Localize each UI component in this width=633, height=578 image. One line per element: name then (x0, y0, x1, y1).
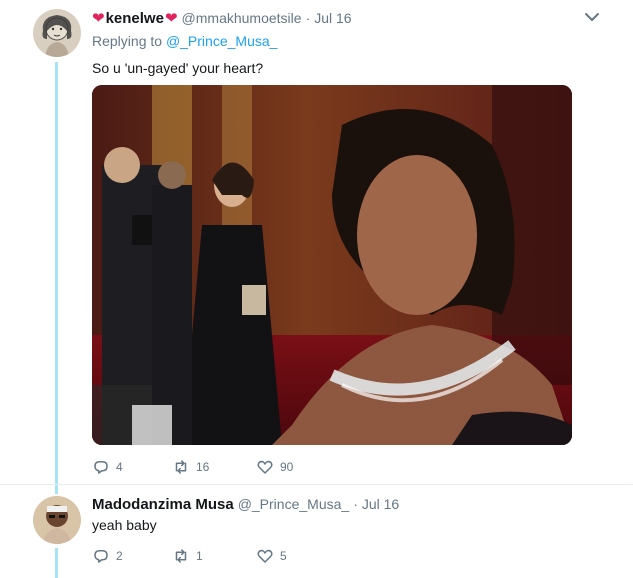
heart-icon (257, 460, 273, 474)
heart-emoji: ❤ (92, 10, 105, 27)
video-thumbnail[interactable] (92, 85, 572, 445)
reply-icon (94, 550, 108, 563)
tweet-actions: 2 1 5 (92, 547, 336, 565)
reply-icon (94, 461, 108, 474)
heart-emoji: ❤ (164, 10, 178, 27)
like-button[interactable]: 90 (256, 458, 336, 476)
retweet-count: 1 (196, 549, 203, 563)
display-name[interactable]: Madodanzima Musa (92, 496, 234, 513)
thread-connector-bottom (55, 548, 58, 578)
separator: · (353, 496, 358, 512)
thread-connector (55, 62, 58, 494)
display-name[interactable]: kenelwe (106, 10, 164, 27)
like-count: 90 (280, 460, 294, 474)
replying-label: Replying to (92, 33, 163, 49)
retweet-button[interactable]: 16 (172, 458, 256, 476)
tweet-divider (0, 484, 633, 485)
tweet-text: yeah baby (92, 517, 157, 533)
user-handle[interactable]: @_Prince_Musa_ (238, 496, 350, 512)
timestamp[interactable]: Jul 16 (362, 496, 399, 512)
timestamp[interactable]: Jul 16 (314, 10, 351, 26)
retweet-count: 16 (196, 460, 210, 474)
separator: · (305, 10, 311, 26)
chevron-down-icon[interactable] (583, 10, 601, 24)
like-button[interactable]: 5 (256, 547, 336, 565)
replying-to-link[interactable]: @_Prince_Musa_ (166, 33, 278, 49)
avatar[interactable] (33, 496, 81, 544)
like-count: 5 (280, 549, 287, 563)
user-handle[interactable]: @mmakhumoetsile (182, 10, 302, 26)
tweet-actions: 4 16 90 (92, 458, 336, 476)
reply-button[interactable]: 2 (92, 547, 172, 565)
tweet-header: ❤ kenelwe ❤ @mmakhumoetsile · Jul 16 (92, 8, 352, 28)
avatar[interactable] (33, 9, 81, 57)
tweet-text: So u 'un-gayed' your heart? (92, 60, 264, 76)
reply-count: 2 (116, 549, 123, 563)
replying-to: Replying to @_Prince_Musa_ (92, 33, 277, 49)
heart-icon (257, 549, 273, 563)
retweet-icon (175, 460, 187, 474)
retweet-icon (175, 549, 187, 563)
reply-count: 4 (116, 460, 123, 474)
retweet-button[interactable]: 1 (172, 547, 256, 565)
reply-button[interactable]: 4 (92, 458, 172, 476)
tweet-header: Madodanzima Musa @_Prince_Musa_ · Jul 16 (92, 494, 399, 514)
